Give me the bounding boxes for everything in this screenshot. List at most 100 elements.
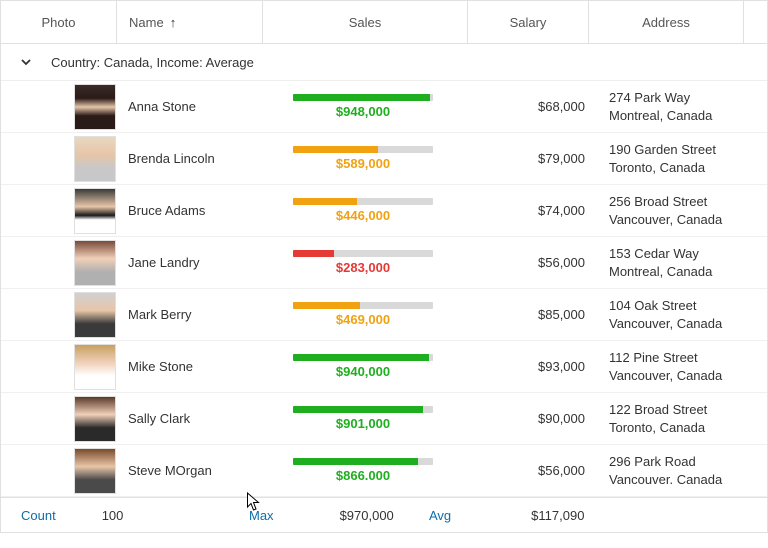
column-header-salary[interactable]: Salary — [468, 1, 589, 43]
column-header-name[interactable]: Name ↑ — [117, 1, 263, 43]
table-row[interactable]: Mike Stone $940,000 $93,000 112 Pine Street… — [1, 341, 767, 393]
employee-name: Bruce Adams — [128, 203, 205, 218]
footer-avg-value: $117,090 — [531, 508, 584, 523]
sales-value: $589,000 — [336, 156, 390, 171]
cell-address: 296 Park RoadVancouver. Canada — [597, 453, 763, 488]
address-line-1: 122 Broad Street — [609, 401, 707, 419]
sales-bar-track — [293, 354, 433, 361]
sales-value: $283,000 — [336, 260, 390, 275]
column-header-blank — [744, 1, 767, 43]
address-line-1: 153 Cedar Way — [609, 245, 699, 263]
group-header-text: Country: Canada, Income: Average — [51, 55, 254, 70]
cell-salary: $79,000 — [465, 151, 597, 166]
employee-name: Brenda Lincoln — [128, 151, 215, 166]
sales-value: $469,000 — [336, 312, 390, 327]
employee-name: Steve MOrgan — [128, 463, 212, 478]
cell-name: Steve MOrgan — [116, 463, 261, 478]
table-row[interactable]: Jane Landry $283,000 $56,000153 Cedar WayM… — [1, 237, 767, 289]
sales-value: $446,000 — [336, 208, 390, 223]
address-line-2: Vancouver, Canada — [609, 315, 722, 333]
address-line-2: Vancouver, Canada — [609, 367, 722, 385]
sales-bar-fill — [293, 198, 357, 205]
sales-bar-fill — [293, 406, 423, 413]
cell-photo — [1, 84, 116, 130]
cell-salary: $56,000 — [465, 463, 597, 478]
salary-value: $56,000 — [538, 463, 585, 478]
cell-photo — [1, 344, 116, 390]
cell-sales: $589,000 — [261, 146, 465, 171]
column-header-row: Photo Name ↑ Sales Salary Address — [1, 1, 767, 44]
cell-photo — [1, 136, 116, 182]
avatar — [74, 136, 116, 182]
cell-address: 274 Park WayMontreal, Canada — [597, 89, 763, 124]
table-row[interactable]: Bruce Adams $446,000 $74,000 256 Broad Stre… — [1, 185, 767, 237]
employee-name: Jane Landry — [128, 255, 200, 270]
address-line-2: Vancouver. Canada — [609, 471, 722, 489]
column-header-name-label: Name — [129, 15, 164, 30]
avatar — [74, 292, 116, 338]
cell-name: Sally Clark — [116, 411, 261, 426]
salary-value: $68,000 — [538, 99, 585, 114]
group-header-row[interactable]: Country: Canada, Income: Average — [1, 44, 767, 81]
address-line-1: 296 Park Road — [609, 453, 696, 471]
sales-bar-fill — [293, 458, 418, 465]
cell-address: 256 Broad StreetVancouver, Canada — [597, 193, 763, 228]
cell-salary: $85,000 — [465, 307, 597, 322]
cell-salary: $56,000 — [465, 255, 597, 270]
cell-name: Mark Berry — [116, 307, 261, 322]
cell-sales: $866.000 — [261, 458, 465, 483]
salary-value: $93,000 — [538, 359, 585, 374]
cell-name: Jane Landry — [116, 255, 261, 270]
avatar — [74, 240, 116, 286]
address-line-1: 256 Broad Street — [609, 193, 707, 211]
chevron-down-icon[interactable] — [19, 55, 33, 69]
table-row[interactable]: Anna Stone $948,000 $68,000 274 Park WayMon… — [1, 81, 767, 133]
employee-name: Mark Berry — [128, 307, 192, 322]
salary-value: $79,000 — [538, 151, 585, 166]
cell-sales: $469,000 — [261, 302, 465, 327]
employee-name: Anna Stone — [128, 99, 196, 114]
column-header-photo[interactable]: Photo — [1, 1, 117, 43]
address-line-1: 274 Park Way — [609, 89, 690, 107]
sales-bar-track — [293, 302, 433, 309]
cell-address: 190 Garden StreetToronto, Canada — [597, 141, 763, 176]
salary-value: $74,000 — [538, 203, 585, 218]
footer-max-label: Max — [249, 508, 274, 523]
cell-name: Bruce Adams — [116, 203, 261, 218]
sales-value: $940,000 — [336, 364, 390, 379]
address-line-2: Toronto, Canada — [609, 159, 705, 177]
cell-photo — [1, 292, 116, 338]
data-grid: Photo Name ↑ Sales Salary Address Countr… — [0, 0, 768, 533]
sales-value: $866.000 — [336, 468, 390, 483]
cell-sales: $446,000 — [261, 198, 465, 223]
cell-name: Brenda Lincoln — [116, 151, 261, 166]
address-line-2: Montreal, Canada — [609, 107, 712, 125]
table-row[interactable]: Steve MOrgan $866.000 $56,000 296 Park Road… — [1, 445, 767, 497]
table-row[interactable]: Brenda Lincoln $589,000 $79,000 190 Garden … — [1, 133, 767, 185]
cell-salary: $90,000 — [465, 411, 597, 426]
table-row[interactable]: Sally Clark $901,000 $90,000 122 Broad Stre… — [1, 393, 767, 445]
address-line-1: 190 Garden Street — [609, 141, 716, 159]
avatar — [74, 396, 116, 442]
footer-count-value: 100 — [102, 508, 124, 523]
cell-salary: $68,000 — [465, 99, 597, 114]
address-line-2: Vancouver, Canada — [609, 211, 722, 229]
column-header-sales[interactable]: Sales — [263, 1, 468, 43]
cell-sales: $283,000 — [261, 250, 465, 275]
sort-asc-icon: ↑ — [170, 15, 177, 30]
sales-bar-track — [293, 458, 433, 465]
sales-value: $901,000 — [336, 416, 390, 431]
cell-address: 112 Pine StreetVancouver, Canada — [597, 349, 763, 384]
sales-bar-track — [293, 94, 433, 101]
sales-bar-fill — [293, 146, 378, 153]
table-row[interactable]: Mark Berry $469,000 $85,000104 Oak StreetV… — [1, 289, 767, 341]
cell-salary: $74,000 — [465, 203, 597, 218]
avatar — [74, 344, 116, 390]
column-header-address[interactable]: Address — [589, 1, 744, 43]
employee-name: Mike Stone — [128, 359, 193, 374]
cell-name: Mike Stone — [116, 359, 261, 374]
sales-bar-track — [293, 146, 433, 153]
cell-address: 104 Oak StreetVancouver, Canada — [597, 297, 763, 332]
cell-address: 153 Cedar WayMontreal, Canada — [597, 245, 763, 280]
cell-sales: $948,000 — [261, 94, 465, 119]
